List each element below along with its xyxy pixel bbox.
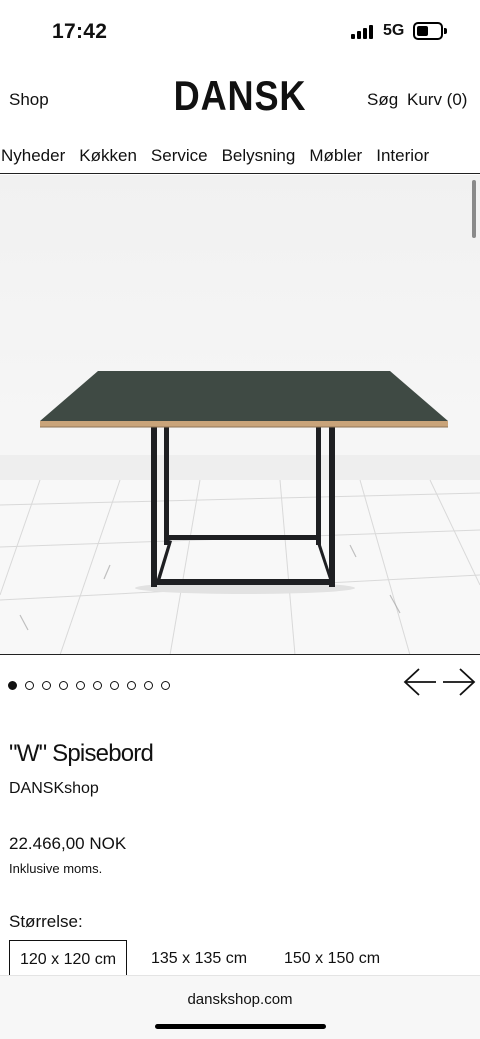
- site-header: Shop DANSK Søg Kurv (0): [0, 62, 480, 134]
- status-time: 17:42: [52, 20, 108, 43]
- scroll-indicator: [472, 180, 476, 238]
- cellular-signal-icon: [351, 25, 375, 39]
- dining-table-photo: [0, 175, 480, 654]
- carousel-dot[interactable]: [127, 681, 136, 691]
- size-option-150[interactable]: 150 x 150 cm: [284, 940, 380, 978]
- carousel-dots: [8, 677, 178, 691]
- product-price: 22.466,00 NOK: [9, 834, 127, 853]
- carousel-dot[interactable]: [8, 681, 17, 691]
- size-label: Størrelse:: [9, 912, 83, 931]
- category-belysning[interactable]: Belysning: [222, 146, 296, 166]
- size-option-135[interactable]: 135 x 135 cm: [151, 940, 247, 978]
- cart-link[interactable]: Kurv (0): [407, 90, 467, 110]
- carousel-dot[interactable]: [59, 681, 68, 691]
- carousel-dot[interactable]: [144, 681, 153, 691]
- url-text[interactable]: danskshop.com: [0, 991, 480, 1008]
- category-interior[interactable]: Interior: [376, 146, 429, 166]
- carousel-dot[interactable]: [93, 681, 102, 691]
- network-type: 5G: [383, 22, 405, 39]
- carousel-dot[interactable]: [25, 681, 34, 691]
- carousel-dot[interactable]: [42, 681, 51, 691]
- category-kokken[interactable]: Køkken: [79, 146, 137, 166]
- search-link[interactable]: Søg: [367, 90, 398, 110]
- category-service[interactable]: Service: [151, 146, 208, 166]
- carousel-dot[interactable]: [76, 681, 85, 691]
- carousel-dot[interactable]: [110, 681, 119, 691]
- battery-icon: [413, 22, 447, 40]
- category-nav: Nyheder Køkken Service Belysning Møbler Inter…: [0, 134, 480, 174]
- browser-address-bar[interactable]: danskshop.com: [0, 975, 480, 1039]
- status-bar: 17:42 5G: [0, 0, 480, 62]
- category-mobler[interactable]: Møbler: [309, 146, 362, 166]
- nav-fade: [458, 134, 480, 173]
- category-nyheder[interactable]: Nyheder: [1, 146, 65, 166]
- arrow-left-icon[interactable]: [403, 667, 437, 697]
- product-image[interactable]: [0, 175, 480, 655]
- tax-note: Inklusive moms.: [9, 861, 103, 876]
- product-title: "W" Spisebord: [9, 740, 154, 767]
- arrow-right-icon[interactable]: [442, 667, 476, 697]
- carousel-dot[interactable]: [161, 681, 170, 691]
- size-option-120[interactable]: 120 x 120 cm: [9, 940, 128, 978]
- product-vendor[interactable]: DANSKshop: [9, 780, 99, 798]
- home-indicator[interactable]: [155, 1024, 326, 1029]
